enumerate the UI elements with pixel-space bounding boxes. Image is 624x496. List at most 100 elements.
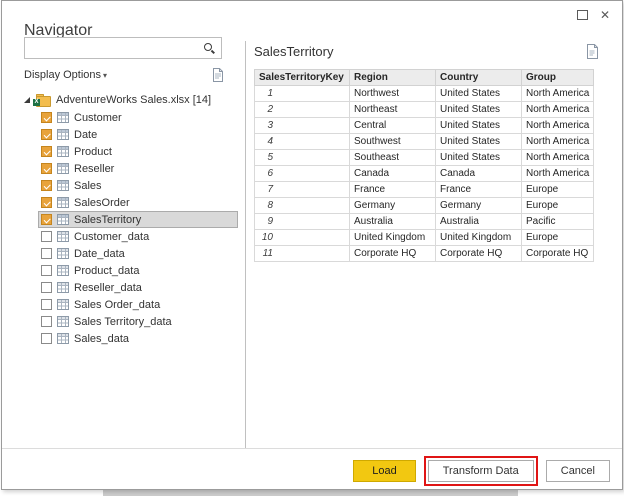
table-row: 6 Canada Canada North America: [254, 165, 595, 182]
tree-item[interactable]: SalesTerritory: [38, 211, 238, 228]
table-row: 10 United Kingdom United Kingdom Europe: [254, 229, 595, 246]
table-cell: North America: [520, 85, 595, 102]
table-cell: Northwest: [349, 85, 436, 102]
tree-item[interactable]: Customer_data: [38, 228, 238, 245]
item-checkbox[interactable]: [41, 214, 52, 225]
transform-data-button[interactable]: Transform Data: [427, 460, 534, 482]
tree-item[interactable]: Customer: [38, 109, 238, 126]
item-checkbox[interactable]: [41, 180, 52, 191]
expand-arrow-icon[interactable]: [24, 97, 30, 103]
table-cell: United States: [435, 133, 522, 150]
load-button[interactable]: Load: [353, 460, 416, 482]
table-cell: 11: [254, 245, 350, 262]
navigation-tree: X AdventureWorks Sales.xlsx [14] Custome…: [2, 91, 244, 347]
table-cell: 9: [254, 213, 350, 230]
tree-item[interactable]: Sales Territory_data: [38, 313, 238, 330]
worksheet-icon: [57, 333, 69, 344]
excel-workbook-icon: X: [33, 93, 51, 107]
table-cell: Germany: [349, 197, 436, 214]
maximize-icon[interactable]: [576, 10, 588, 20]
table-cell: Northeast: [349, 101, 436, 118]
tree-item-label: Date_data: [74, 247, 125, 260]
worksheet-icon: [57, 265, 69, 276]
table-icon: [57, 112, 69, 123]
tree-item[interactable]: Product_data: [38, 262, 238, 279]
tree-item[interactable]: SalesOrder: [38, 194, 238, 211]
chevron-down-icon: ▾: [103, 71, 108, 80]
tree-item-label: Customer_data: [74, 230, 150, 243]
item-checkbox[interactable]: [41, 112, 52, 123]
table-cell: North America: [520, 133, 595, 150]
tree-item[interactable]: Sales Order_data: [38, 296, 238, 313]
close-icon[interactable]: ✕: [600, 9, 610, 21]
tree-item[interactable]: Date: [38, 126, 238, 143]
tree-item-label: Sales Territory_data: [74, 315, 172, 328]
table-icon: [57, 129, 69, 140]
table-row: 11 Corporate HQ Corporate HQ Corporate HQ: [254, 245, 595, 262]
preview-title: SalesTerritory: [254, 43, 334, 59]
table-cell: 1: [254, 85, 350, 102]
workbook-label: AdventureWorks Sales.xlsx [14]: [56, 94, 212, 106]
tree-item-label: Product: [74, 145, 112, 158]
tree-item-label: SalesOrder: [74, 196, 130, 209]
table-cell: United Kingdom: [349, 229, 436, 246]
item-checkbox[interactable]: [41, 316, 52, 327]
item-checkbox[interactable]: [41, 265, 52, 276]
item-checkbox[interactable]: [41, 231, 52, 242]
refresh-icon[interactable]: [212, 68, 224, 82]
table-cell: Central: [349, 117, 436, 134]
tree-item[interactable]: Reseller: [38, 160, 238, 177]
table-cell: Southeast: [349, 149, 436, 166]
tree-item[interactable]: Product: [38, 143, 238, 160]
tree-item-label: Sales_data: [74, 332, 130, 345]
table-cell: United States: [435, 149, 522, 166]
table-cell: 10: [254, 229, 350, 246]
tree-item-label: SalesTerritory: [74, 213, 142, 226]
item-checkbox[interactable]: [41, 146, 52, 157]
item-checkbox[interactable]: [41, 333, 52, 344]
table-icon: [57, 146, 69, 157]
item-checkbox[interactable]: [41, 248, 52, 259]
item-checkbox[interactable]: [41, 299, 52, 310]
tree-items: Customer Date Product Reseller Sales Sal…: [2, 109, 244, 347]
cancel-button[interactable]: Cancel: [545, 460, 610, 482]
worksheet-icon: [57, 231, 69, 242]
tree-item[interactable]: Reseller_data: [38, 279, 238, 296]
table-cell: Europe: [520, 181, 595, 198]
worksheet-icon: [57, 248, 69, 259]
preview-header: SalesTerritory: [254, 41, 599, 61]
search-icon[interactable]: [203, 42, 216, 55]
table-icon: [57, 163, 69, 174]
item-checkbox[interactable]: [41, 282, 52, 293]
tree-item-label: Product_data: [74, 264, 140, 277]
tree-item-label: Sales Order_data: [74, 298, 161, 311]
table-cell: United States: [435, 101, 522, 118]
display-options-dropdown[interactable]: Display Options ▾: [24, 69, 107, 81]
window-controls: ✕: [576, 9, 610, 21]
tree-item[interactable]: Sales: [38, 177, 238, 194]
item-checkbox[interactable]: [41, 129, 52, 140]
preview-table: SalesTerritoryKey Region Country Group 1 Nort…: [254, 69, 595, 262]
panel-divider: [245, 41, 246, 449]
peek-document-icon[interactable]: [586, 43, 599, 59]
table-icon: [57, 214, 69, 225]
table-cell: Corporate HQ: [349, 245, 436, 262]
tree-item-label: Sales: [74, 179, 102, 192]
item-checkbox[interactable]: [41, 163, 52, 174]
item-checkbox[interactable]: [41, 197, 52, 208]
table-header-row: SalesTerritoryKey Region Country Group: [254, 69, 595, 86]
worksheet-icon: [57, 299, 69, 310]
worksheet-icon: [57, 316, 69, 327]
table-cell: United States: [435, 117, 522, 134]
table-cell: Germany: [435, 197, 522, 214]
tree-item[interactable]: Date_data: [38, 245, 238, 262]
table-cell: North America: [520, 165, 595, 182]
table-row: 1 Northwest United States North America: [254, 85, 595, 102]
table-row: 5 Southeast United States North America: [254, 149, 595, 166]
table-cell: North America: [520, 101, 595, 118]
footer-buttons: Load Transform Data Cancel: [353, 456, 610, 486]
tree-item[interactable]: Sales_data: [38, 330, 238, 347]
table-icon: [57, 180, 69, 191]
tree-root-item[interactable]: X AdventureWorks Sales.xlsx [14]: [2, 91, 244, 109]
search-input[interactable]: [25, 38, 221, 58]
